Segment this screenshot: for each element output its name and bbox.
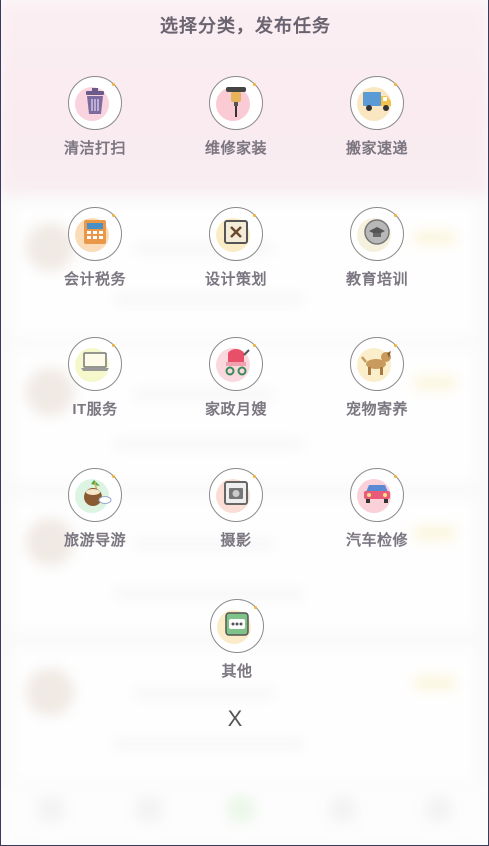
category-repair[interactable]: 维修家装: [176, 76, 296, 158]
category-icon-circle: [68, 76, 122, 130]
category-label: 教育培训: [345, 271, 408, 288]
category-accounting[interactable]: 会计税务: [35, 207, 155, 289]
category-label: 设计策划: [204, 271, 267, 288]
category-label: 摄影: [220, 532, 252, 549]
category-icon-circle: [350, 207, 404, 261]
category-icon-circle: [350, 76, 404, 130]
coconut-drink-icon: [78, 478, 112, 513]
category-label: IT服务: [72, 401, 118, 418]
category-picker-overlay: 选择分类，发布任务 清洁打扫 维修家装 搬家速递 会计税务 设计策划 教育培训 …: [0, 0, 489, 846]
category-label: 汽车检修: [345, 532, 408, 549]
category-cleaning[interactable]: 清洁打扫: [35, 76, 155, 158]
category-car-repair[interactable]: 汽车检修: [317, 468, 437, 550]
baby-stroller-icon: [222, 347, 250, 382]
category-label: 旅游导游: [63, 532, 126, 549]
category-housekeeping[interactable]: 家政月嫂: [176, 337, 296, 419]
category-icon-circle: [209, 76, 263, 130]
category-travel-guide[interactable]: 旅游导游: [35, 468, 155, 550]
category-moving[interactable]: 搬家速递: [317, 76, 437, 158]
category-label: 其他: [221, 663, 253, 680]
category-icon-circle: [209, 468, 263, 522]
category-it-service[interactable]: IT服务: [35, 337, 155, 419]
category-icon-circle: [210, 599, 264, 653]
category-education[interactable]: 教育培训: [317, 207, 437, 289]
category-icon-circle: [350, 468, 404, 522]
category-label: 会计税务: [63, 271, 126, 288]
category-label: 宠物寄养: [345, 401, 408, 418]
category-icon-circle: [68, 207, 122, 261]
category-label: 家政月嫂: [204, 401, 267, 418]
category-icon-circle: [350, 337, 404, 391]
category-icon-circle: [68, 468, 122, 522]
category-icon-circle: [68, 337, 122, 391]
close-button[interactable]: X: [220, 704, 250, 734]
category-label: 维修家装: [204, 140, 267, 157]
category-photography[interactable]: 摄影: [176, 468, 296, 550]
category-label: 搬家速递: [345, 140, 408, 157]
category-design[interactable]: 设计策划: [176, 207, 296, 289]
category-other[interactable]: 其他: [177, 599, 297, 681]
drill-icon: [223, 84, 249, 123]
picker-title: 选择分类，发布任务: [160, 16, 331, 36]
category-pet-boarding[interactable]: 宠物寄养: [317, 337, 437, 419]
category-label: 清洁打扫: [63, 140, 126, 157]
category-icon-circle: [209, 337, 263, 391]
category-icon-circle: [209, 207, 263, 261]
